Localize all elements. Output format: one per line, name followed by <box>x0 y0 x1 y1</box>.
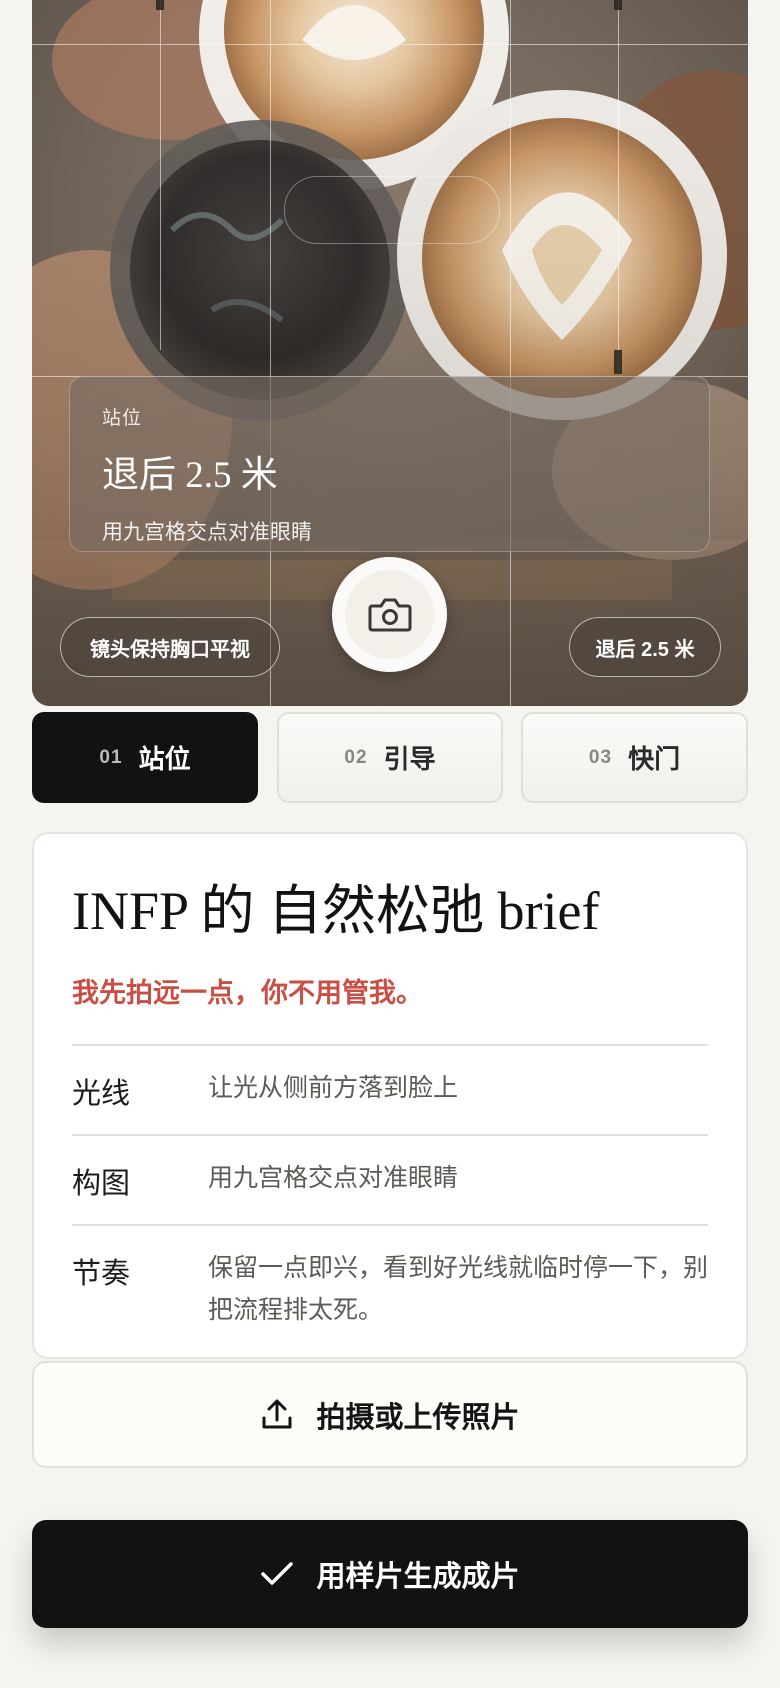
brief-row-light: 光线 让光从侧前方落到脸上 <box>72 1046 708 1137</box>
brief-row-label: 构图 <box>72 1168 131 1201</box>
generate-photo-label: 用样片生成成片 <box>316 1561 520 1593</box>
tab-position-label: 站位 <box>138 744 191 774</box>
crop-frame-left <box>160 0 161 350</box>
crop-handle-top-right[interactable] <box>614 0 622 10</box>
tab-shutter-number: 03 <box>588 746 613 768</box>
tab-shutter[interactable]: 03 快门 <box>521 712 748 803</box>
focus-indicator <box>284 176 500 244</box>
shutter-inner <box>345 570 434 659</box>
upload-photo-button[interactable]: 拍摄或上传照片 <box>32 1361 748 1468</box>
tab-guide-label: 引导 <box>383 744 436 774</box>
brief-row-label: 光线 <box>72 1078 131 1111</box>
brief-rows: 光线 让光从侧前方落到脸上 构图 用九宫格交点对准眼睛 节奏 保留一点即兴，看到… <box>72 1044 708 1353</box>
position-info-card: 站位 退后 2.5 米 用九宫格交点对准眼睛 <box>69 376 710 552</box>
tab-guide[interactable]: 02 引导 <box>277 712 503 803</box>
camera-angle-pill-label: 镜头保持胸口平视 <box>90 638 250 661</box>
brief-row-label: 节奏 <box>72 1258 131 1291</box>
check-icon <box>260 1560 294 1588</box>
crop-handle-bottom-right[interactable] <box>614 350 622 374</box>
brief-row-value: 用九宫格交点对准眼睛 <box>208 1164 459 1193</box>
camera-icon <box>368 598 411 631</box>
info-card-hint: 用九宫格交点对准眼睛 <box>102 521 312 544</box>
brief-subtitle: 我先拍远一点，你不用管我。 <box>72 978 423 1009</box>
brief-card: INFP 的 自然松弛 brief 我先拍远一点，你不用管我。 光线 让光从侧前… <box>32 832 748 1359</box>
crop-handle-top-left[interactable] <box>156 0 164 10</box>
crop-frame-right <box>618 0 619 372</box>
info-card-value: 退后 2.5 米 <box>102 455 278 496</box>
grid-line-vertical-1 <box>270 0 271 706</box>
upload-icon <box>260 1398 294 1432</box>
info-card-key: 站位 <box>102 408 143 429</box>
tab-position-number: 01 <box>99 746 123 768</box>
tab-guide-number: 02 <box>344 746 368 768</box>
camera-angle-pill[interactable]: 镜头保持胸口平视 <box>60 617 280 677</box>
brief-row-value: 保留一点即兴，看到好光线就临时停一下，别把流程排太死。 <box>208 1254 709 1324</box>
upload-photo-label: 拍摄或上传照片 <box>316 1401 520 1434</box>
grid-line-horizontal-2 <box>32 44 748 45</box>
brief-row-composition: 构图 用九宫格交点对准眼睛 <box>72 1136 708 1227</box>
generate-photo-button[interactable]: 用样片生成成片 <box>32 1520 748 1628</box>
distance-pill-label: 退后 2.5 米 <box>595 638 695 661</box>
camera-viewfinder[interactable]: 站位 退后 2.5 米 用九宫格交点对准眼睛 镜头保持胸口平视 退后 2.5 米 <box>32 0 748 706</box>
brief-title: INFP 的 自然松弛 brief <box>72 881 600 941</box>
distance-pill[interactable]: 退后 2.5 米 <box>569 617 721 677</box>
shutter-button[interactable] <box>332 557 447 672</box>
tab-shutter-label: 快门 <box>628 744 681 774</box>
brief-row-rhythm: 节奏 保留一点即兴，看到好光线就临时停一下，别把流程排太死。 <box>72 1226 708 1353</box>
grid-line-vertical-2 <box>510 0 511 706</box>
brief-row-value: 让光从侧前方落到脸上 <box>208 1074 459 1103</box>
tab-position[interactable]: 01 站位 <box>32 712 258 803</box>
